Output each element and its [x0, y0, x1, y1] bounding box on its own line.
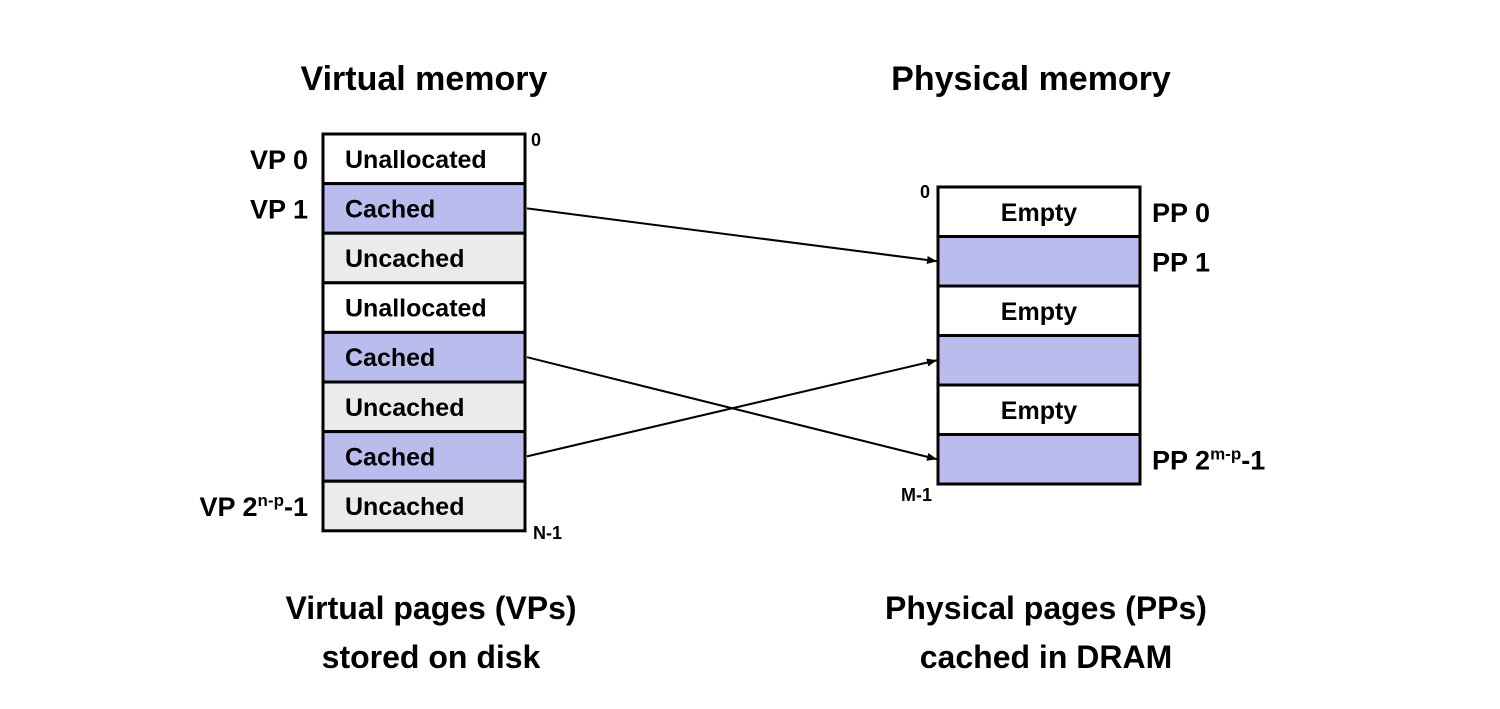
physical-address-bottom: M-1: [901, 485, 932, 505]
physical-memory-title: Physical memory: [891, 60, 1171, 98]
virtual-address-top: 0: [531, 130, 541, 150]
physical-caption-line2: cached in DRAM: [920, 639, 1172, 675]
virtual-page-state: Uncached: [345, 493, 464, 521]
physical-page-label: PP 1: [1152, 247, 1210, 277]
physical-page-row: [936, 334, 1142, 387]
virtual-memory-title: Virtual memory: [301, 60, 548, 98]
physical-page-row: [936, 235, 1142, 288]
mapping-arrow: [526, 207, 938, 264]
virtual-page-state: Uncached: [345, 394, 464, 422]
page-label-text: VP 1: [250, 194, 308, 224]
physical-pages-table: Empty PP 0 PP 1 Empty Empty PP 2m-p-1: [936, 185, 1265, 486]
virtual-page-state: Cached: [345, 195, 435, 223]
physical-page-state: Empty: [1001, 397, 1078, 425]
page-label-text: VP 2: [199, 492, 257, 522]
virtual-page-state: Unallocated: [345, 146, 487, 174]
page-label-text: PP 0: [1152, 198, 1210, 228]
page-label-tail: -1: [284, 492, 308, 522]
physical-page-state: Empty: [1001, 199, 1078, 227]
physical-address-top: 0: [920, 182, 930, 202]
physical-page-label: PP 0: [1152, 198, 1210, 228]
page-label-exponent: n-p: [258, 491, 284, 510]
physical-page-row: [936, 433, 1142, 486]
virtual-page-state: Cached: [345, 443, 435, 471]
virtual-caption-line1: Virtual pages (VPs): [285, 590, 576, 626]
virtual-page-state: Uncached: [345, 245, 464, 273]
page-mappings: [526, 207, 938, 461]
page-label-tail: -1: [1241, 445, 1265, 475]
physical-page-state: Empty: [1001, 298, 1078, 326]
page-label-text: PP 2: [1152, 445, 1210, 475]
virtual-page-label: VP 1: [250, 194, 308, 224]
virtual-pages-table: Unallocated VP 0 Cached VP 1 Uncached Unalloc…: [199, 132, 527, 533]
virtual-page-state: Cached: [345, 344, 435, 372]
virtual-address-bottom: N-1: [533, 523, 562, 543]
physical-caption-line1: Physical pages (PPs): [885, 590, 1207, 626]
virtual-page-label: VP 0: [250, 145, 308, 175]
virtual-page-state: Unallocated: [345, 295, 487, 323]
page-label-exponent: m-p: [1210, 444, 1241, 463]
physical-page-label: PP 2m-p-1: [1152, 444, 1265, 475]
mapping-arrow: [526, 358, 938, 458]
virtual-memory-diagram: Virtual memory Physical memory Unallocat…: [199, 60, 1265, 675]
virtual-page-label: VP 2n-p-1: [199, 491, 308, 522]
page-label-text: PP 1: [1152, 247, 1210, 277]
page-label-text: VP 0: [250, 145, 308, 175]
virtual-caption-line2: stored on disk: [322, 639, 541, 675]
